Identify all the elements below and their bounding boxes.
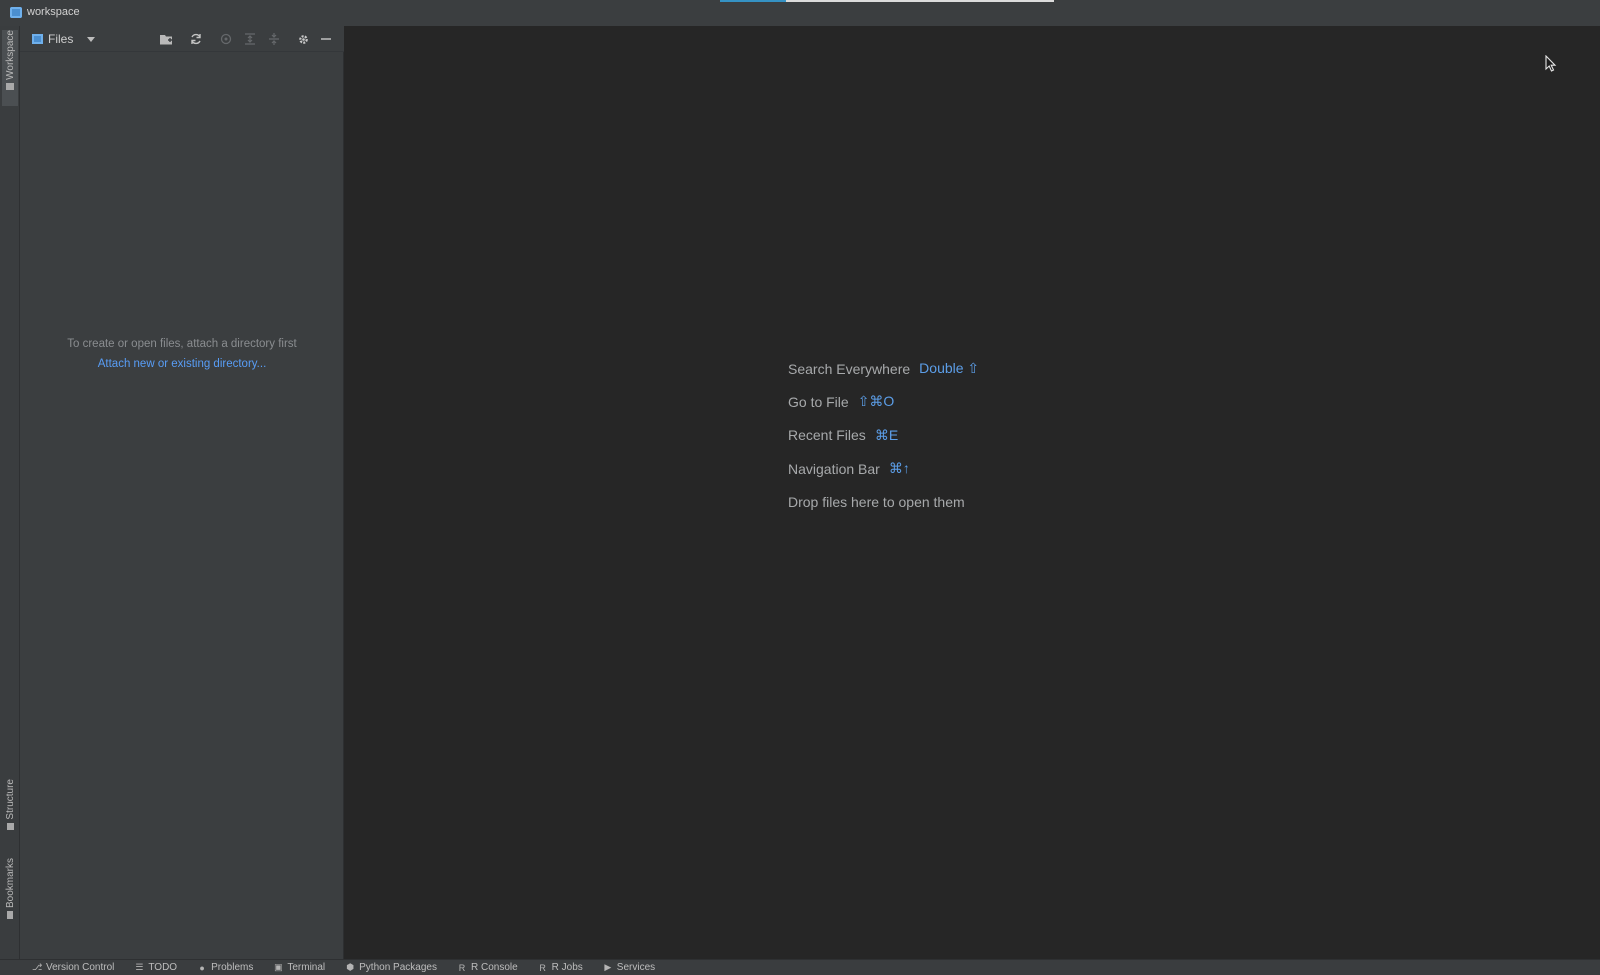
gear-icon[interactable] [295, 31, 311, 47]
bookmark-icon [7, 911, 13, 920]
hint-action: Search Everywhere [788, 360, 911, 377]
tool-tab-problems[interactable]: ● Problems [197, 962, 253, 973]
target-icon[interactable] [218, 31, 234, 47]
ide-window: workspace Workspace Structure Bookmarks … [0, 0, 1600, 975]
empty-state-hint: To create or open files, attach a direct… [67, 338, 297, 350]
editor-hints: Search Everywhere Double ⇧ Go to File ⇧⌘… [788, 352, 979, 518]
layers-icon: ⬢ [346, 962, 355, 972]
tool-tab-structure-label: Structure [4, 779, 16, 820]
tool-tab-todo[interactable]: ☰ TODO [134, 962, 177, 973]
attach-directory-link[interactable]: Attach new or existing directory... [98, 358, 267, 370]
hint-recent-files: Recent Files ⌘E [788, 419, 979, 452]
tool-tab-workspace[interactable]: Workspace [2, 30, 18, 106]
hint-shortcut: Double ⇧ [919, 360, 980, 377]
files-icon [32, 34, 43, 44]
hint-drop-files: Drop files here to open them [788, 485, 979, 518]
hint-navigation-bar: Navigation Bar ⌘↑ [788, 452, 979, 485]
terminal-icon: ▣ [274, 962, 283, 972]
list-icon: ☰ [135, 962, 144, 972]
r-jobs-icon: R [539, 962, 546, 973]
folder-plus-icon[interactable] [158, 31, 174, 47]
app-icon [10, 7, 22, 18]
view-selector[interactable]: Files [32, 31, 96, 47]
sync-icon[interactable] [188, 31, 204, 47]
folder-icon [6, 82, 14, 90]
minimize-icon[interactable] [318, 31, 334, 47]
tool-tab-python-packages[interactable]: ⬢ Python Packages [345, 962, 437, 973]
progress-track [786, 0, 1054, 2]
bottom-tool-bar: ⎇ Version Control ☰ TODO ● Problems ▣ Te… [0, 959, 1600, 975]
services-icon: ▶ [604, 962, 612, 972]
hint-action: Go to File [788, 393, 849, 410]
window-title: workspace [27, 6, 80, 18]
r-console-icon: R [458, 962, 466, 973]
tool-tab-bookmarks[interactable]: Bookmarks [2, 858, 18, 934]
tool-tab-label: Version Control [46, 962, 115, 973]
tool-tab-label: R Jobs [551, 962, 583, 973]
tool-tab-bookmarks-label: Bookmarks [4, 858, 16, 909]
tool-tab-r-console[interactable]: R R Console [457, 962, 518, 973]
hint-go-to-file: Go to File ⇧⌘O [788, 385, 979, 418]
tool-tab-structure[interactable]: Structure [2, 779, 18, 845]
chevron-down-icon [87, 36, 96, 42]
hint-shortcut: ⇧⌘O [857, 393, 895, 410]
hint-action: Recent Files [788, 427, 866, 444]
structure-icon [6, 822, 14, 830]
tool-tab-services[interactable]: ▶ Services [603, 962, 655, 973]
progress-indicator [720, 0, 786, 2]
tool-tab-version-control[interactable]: ⎇ Version Control [32, 962, 114, 973]
collapse-all-icon[interactable] [266, 31, 282, 47]
expand-all-icon[interactable] [242, 31, 258, 47]
view-selector-label: Files [48, 32, 74, 46]
hint-shortcut: ⌘E [874, 426, 899, 443]
editor-area[interactable]: Search Everywhere Double ⇧ Go to File ⇧⌘… [344, 26, 1600, 959]
tool-tab-label: Services [616, 962, 656, 973]
title-bar: workspace [0, 0, 1600, 26]
hint-search-everywhere: Search Everywhere Double ⇧ [788, 352, 979, 385]
tool-tab-label: R Console [470, 962, 518, 973]
hint-action: Navigation Bar [788, 460, 880, 477]
tool-tab-r-jobs[interactable]: R R Jobs [538, 962, 583, 973]
tool-tab-terminal[interactable]: ▣ Terminal [273, 962, 325, 973]
warning-icon: ● [199, 962, 205, 973]
branch-icon: ⎇ [32, 962, 43, 972]
hint-action: Drop files here to open them [788, 493, 965, 510]
files-panel: Files To create or open files, attach a … [20, 26, 344, 959]
tool-tab-label: Terminal [287, 962, 326, 973]
files-panel-header: Files [20, 26, 344, 52]
left-tool-strip: Workspace Structure Bookmarks [0, 26, 20, 959]
empty-state: To create or open files, attach a direct… [20, 338, 344, 372]
tool-tab-label: Python Packages [359, 962, 437, 973]
hint-shortcut: ⌘↑ [888, 460, 910, 477]
tool-tab-label: TODO [148, 962, 178, 973]
tool-tab-label: Problems [211, 962, 254, 973]
tool-tab-workspace-label: Workspace [4, 30, 16, 80]
